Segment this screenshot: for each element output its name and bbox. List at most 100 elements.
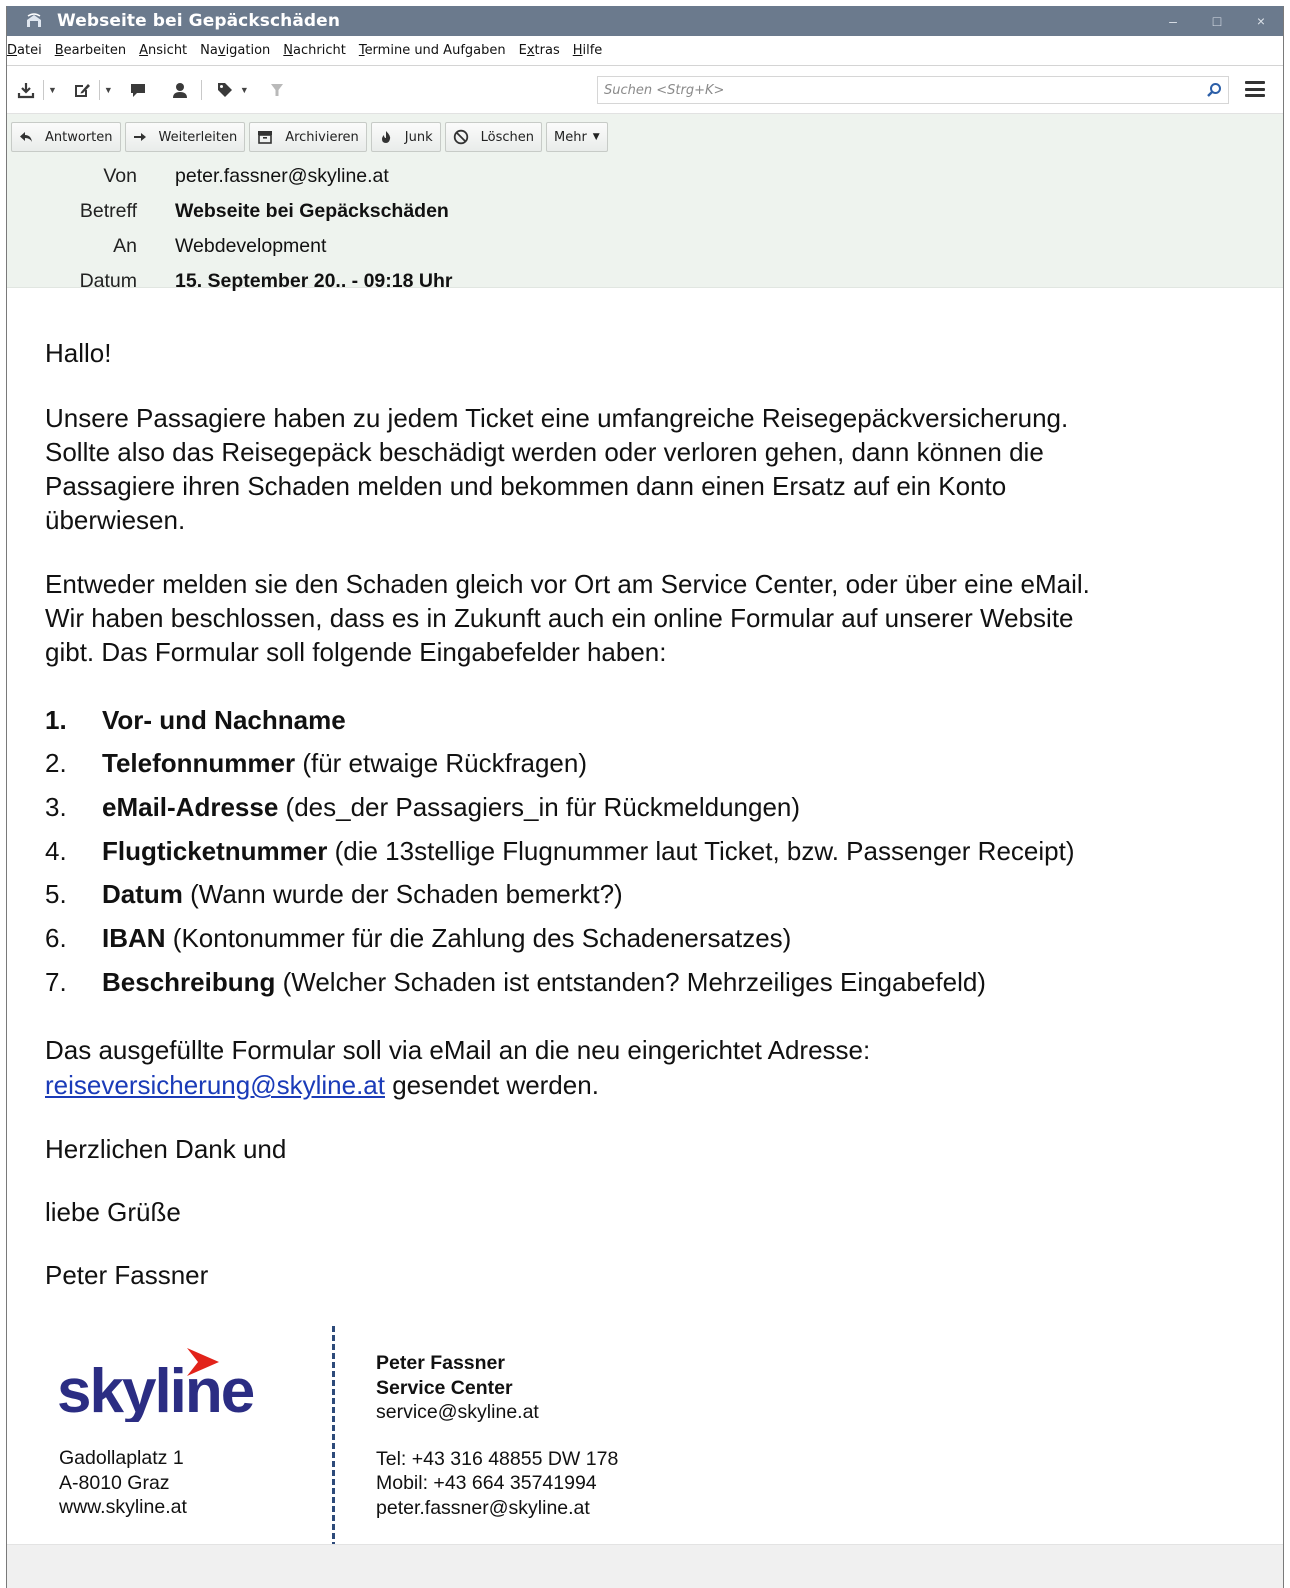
action-label: Junk xyxy=(404,129,433,145)
write-button[interactable] xyxy=(73,75,91,105)
menu-item[interactable]: Navigation xyxy=(200,43,270,58)
mehr-button[interactable]: Mehr ▼ xyxy=(545,122,608,152)
field-note: (des_der Passagiers_in für Rückmeldungen… xyxy=(278,792,801,822)
search-icon[interactable] xyxy=(1200,82,1228,98)
para2-line: Entweder melden sie den Schaden gleich v… xyxy=(45,569,1090,599)
to-value[interactable]: Webdevelopment xyxy=(175,235,326,258)
greeting: Hallo! xyxy=(45,338,112,368)
date-value: 15. September 20.. - 09:18 Uhr xyxy=(175,269,453,292)
message-header-pane: Antworten Weiterleiten Archivieren Junk Lösc… xyxy=(7,114,1283,292)
app-icon xyxy=(25,13,43,29)
tag-icon xyxy=(217,82,232,97)
löschen-button[interactable]: Löschen xyxy=(444,122,542,152)
para1-line: Unsere Passagiere haben zu jedem Ticket … xyxy=(45,403,1069,433)
field-name: Datum xyxy=(102,879,183,909)
email-window: Webseite bei Gepäckschäden – □ × Datei Be… xyxy=(6,6,1284,1588)
field-name: eMail-Adresse xyxy=(102,792,279,822)
menu-item[interactable]: Bearbeiten xyxy=(55,43,126,58)
list-item: 1. Vor- und Nachname xyxy=(45,703,346,737)
closing-line: liebe Grüße xyxy=(45,1197,181,1227)
archivieren-button[interactable]: Archivieren xyxy=(249,122,367,152)
list-item: 7. Beschreibung (Welcher Schaden ist ents… xyxy=(45,965,986,999)
list-number: 5. xyxy=(45,879,67,909)
download-icon xyxy=(17,82,35,98)
get-messages-button[interactable] xyxy=(17,75,35,105)
menu-bar: Datei Bearbeiten Ansicht Navigation Nachrich… xyxy=(7,36,1283,66)
para3-line2: reiseversicherung@skyline.at gesendet we… xyxy=(45,1068,599,1102)
field-name: IBAN xyxy=(102,923,166,953)
list-number: 1. xyxy=(45,705,67,735)
signature-email[interactable]: peter.fassner@skyline.at xyxy=(376,1496,618,1521)
search-input[interactable] xyxy=(598,77,1200,103)
para1-line: Sollte also das Reisegepäck beschädigt w… xyxy=(45,437,1044,467)
menu-item[interactable]: Datei xyxy=(7,43,42,58)
search-box[interactable] xyxy=(597,76,1229,104)
action-label: Weiterleiten xyxy=(158,129,238,145)
para1-line: Passagiere ihren Schaden melden und beko… xyxy=(45,471,1007,501)
antworten-button[interactable]: Antworten xyxy=(11,122,121,152)
title-bar: Webseite bei Gepäckschäden – □ × xyxy=(7,6,1283,36)
field-note: (Kontonummer für die Zahlung des Schaden… xyxy=(165,923,792,953)
chevron-down-icon[interactable]: ▼ xyxy=(104,85,113,95)
list-item: 5. Datum (Wann wurde der Schaden bemerkt?… xyxy=(45,877,623,911)
chat-button[interactable] xyxy=(129,75,147,105)
chevron-down-icon[interactable]: ▼ xyxy=(240,85,249,95)
closing-line: Herzlichen Dank und xyxy=(45,1134,287,1164)
action-label: Löschen xyxy=(480,129,534,145)
filter-icon xyxy=(270,83,283,96)
signature-dept: Service Center xyxy=(376,1376,513,1399)
address-street: Gadollaplatz 1 xyxy=(59,1447,184,1469)
field-name: Telefonnummer xyxy=(102,748,296,778)
to-label: An xyxy=(113,234,137,257)
signature-service-email[interactable]: service@skyline.at xyxy=(376,1400,618,1425)
menu-item[interactable]: Termine und Aufgaben xyxy=(359,43,506,58)
maximize-button[interactable]: □ xyxy=(1195,6,1239,36)
minimize-button[interactable]: – xyxy=(1151,6,1195,36)
menu-item[interactable]: Ansicht xyxy=(139,43,187,58)
weiterleiten-button[interactable]: Weiterleiten xyxy=(124,122,246,152)
signature-tel: Tel: +43 316 48855 DW 178 xyxy=(376,1447,619,1470)
hamburger-menu-icon[interactable] xyxy=(1245,81,1265,97)
menu-item[interactable]: Hilfe xyxy=(573,43,603,58)
menu-item[interactable]: Extras xyxy=(519,43,560,58)
chevron-down-icon[interactable]: ▼ xyxy=(48,85,57,95)
field-name: Flugticketnummer xyxy=(102,836,328,866)
tag-button[interactable] xyxy=(216,75,234,105)
write-icon xyxy=(74,83,90,97)
field-note: (Welcher Schaden ist entstanden? Mehrzei… xyxy=(275,967,986,997)
para3-rest: gesendet werden. xyxy=(384,1070,599,1100)
chevron-down-icon: ▼ xyxy=(592,132,600,142)
website-link[interactable]: www.skyline.at xyxy=(59,1495,187,1520)
list-number: 7. xyxy=(45,967,67,997)
to-row: An Webdevelopment xyxy=(7,229,326,263)
action-label: Archivieren xyxy=(285,129,359,145)
window-title: Webseite bei Gepäckschäden xyxy=(57,11,341,31)
signature-address: Gadollaplatz 1 A-8010 Graz www.skyline.a… xyxy=(59,1446,187,1520)
list-item: 4. Flugticketnummer (die 13stellige Flugn… xyxy=(45,834,1075,868)
junk-button[interactable]: Junk xyxy=(370,122,441,152)
list-item: 2. Telefonnummer (für etwaige Rückfragen) xyxy=(45,746,587,780)
para2-line: Wir haben beschlossen, dass es in Zukunf… xyxy=(45,603,1074,633)
action-label: Antworten xyxy=(45,129,113,145)
message-actions: Antworten Weiterleiten Archivieren Junk Lösc… xyxy=(11,122,612,152)
skyline-logo: skyline xyxy=(57,1348,256,1422)
chat-icon xyxy=(130,83,145,97)
filter-button[interactable] xyxy=(269,75,285,105)
address-book-button[interactable] xyxy=(171,75,189,105)
sender-name: Peter Fassner xyxy=(45,1260,209,1290)
junk-icon xyxy=(379,130,399,144)
signature-mobil: Mobil: +43 664 35741994 xyxy=(376,1472,597,1494)
menu-item[interactable]: Nachricht xyxy=(283,43,346,58)
signature-contact: Peter Fassner Service Center service@sky… xyxy=(376,1351,618,1520)
from-value[interactable]: peter.fassner@skyline.at xyxy=(175,165,389,188)
list-item: 3. eMail-Adresse (des_der Passagiers_in f… xyxy=(45,790,800,824)
field-note: (für etwaige Rückfragen) xyxy=(295,748,588,778)
para2-line: gibt. Das Formular soll folgende Eingabe… xyxy=(45,637,667,667)
delete-icon xyxy=(453,129,475,145)
email-link[interactable]: reiseversicherung@skyline.at xyxy=(45,1070,385,1100)
subject-value: Webseite bei Gepäckschäden xyxy=(175,199,449,222)
signature-name: Peter Fassner xyxy=(376,1352,505,1374)
address-book-icon xyxy=(172,82,187,98)
address-city: A-8010 Graz xyxy=(59,1471,170,1494)
close-button[interactable]: × xyxy=(1239,6,1283,36)
